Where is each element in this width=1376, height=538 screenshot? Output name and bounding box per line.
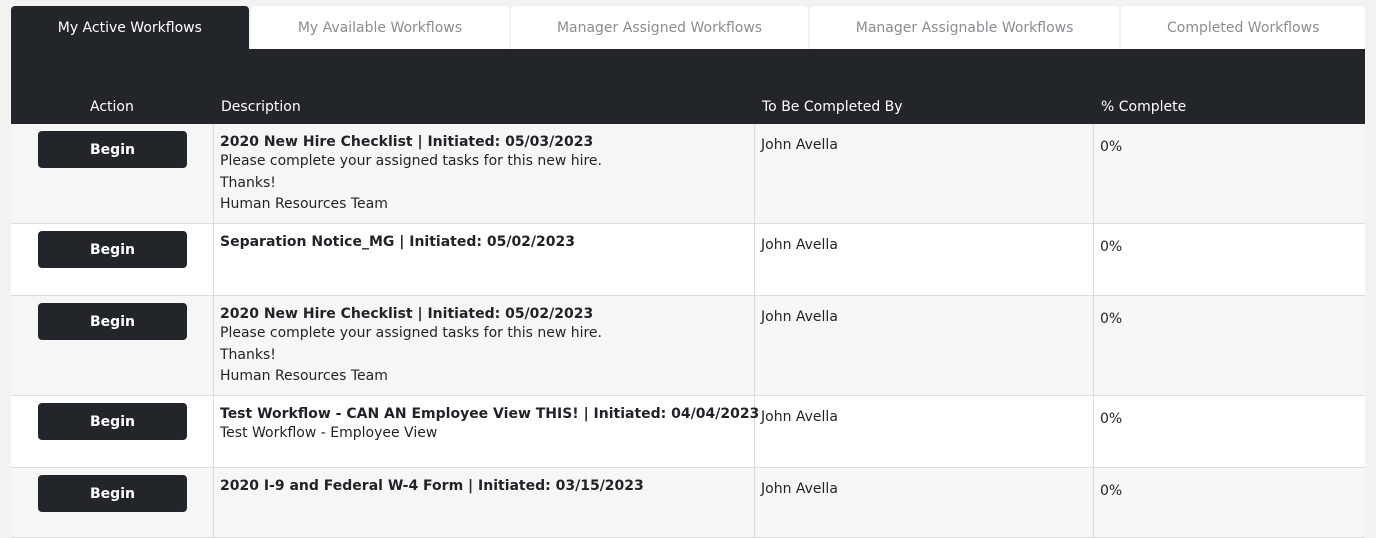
action-cell: Begin xyxy=(11,224,214,295)
completed-by-cell: John Avella xyxy=(755,468,1094,537)
description-line: Human Resources Team xyxy=(220,196,388,212)
action-cell: Begin xyxy=(11,468,214,537)
description-cell: 2020 New Hire Checklist | Initiated: 05/… xyxy=(214,296,755,395)
percent-complete-value: 0% xyxy=(1100,411,1123,427)
workflows-panel: My Active Workflows My Available Workflo… xyxy=(11,6,1365,538)
description-line: Test Workflow - Employee View xyxy=(220,425,438,441)
workflow-table-body: Begin 2020 New Hire Checklist | Initiate… xyxy=(11,124,1365,538)
workflow-title: 2020 I-9 and Federal W-4 Form | Initiate… xyxy=(220,478,644,494)
percent-complete-cell: 0% xyxy=(1094,124,1365,223)
description-cell: 2020 New Hire Checklist | Initiated: 05/… xyxy=(214,124,755,223)
tab-completed-workflows[interactable]: Completed Workflows xyxy=(1121,6,1365,49)
percent-complete-value: 0% xyxy=(1100,139,1123,155)
percent-complete-cell: 0% xyxy=(1094,224,1365,295)
description-line: Please complete your assigned tasks for … xyxy=(220,153,602,169)
completed-by-cell: John Avella xyxy=(755,124,1094,223)
tab-manager-assignable-workflows[interactable]: Manager Assignable Workflows xyxy=(809,6,1120,49)
workflow-title: 2020 New Hire Checklist | Initiated: 05/… xyxy=(220,134,594,150)
assignee-name: John Avella xyxy=(761,409,838,425)
tab-my-active-workflows[interactable]: My Active Workflows xyxy=(11,6,249,49)
workflow-title: 2020 New Hire Checklist | Initiated: 05/… xyxy=(220,306,594,322)
percent-complete-value: 0% xyxy=(1100,483,1123,499)
column-header-percent-complete: % Complete xyxy=(1101,99,1187,115)
description-line: Thanks! xyxy=(220,346,276,363)
percent-complete-cell: 0% xyxy=(1094,396,1365,467)
workflow-title: Test Workflow - CAN AN Employee View THI… xyxy=(220,406,760,422)
assignee-name: John Avella xyxy=(761,137,838,153)
table-row: Begin Test Workflow - CAN AN Employee Vi… xyxy=(11,396,1365,468)
assignee-name: John Avella xyxy=(761,481,838,497)
action-cell: Begin xyxy=(11,124,214,223)
description-line: Please complete your assigned tasks for … xyxy=(220,325,602,341)
table-row: Begin Separation Notice_MG | Initiated: … xyxy=(11,224,1365,296)
percent-complete-cell: 0% xyxy=(1094,468,1365,537)
action-cell: Begin xyxy=(11,296,214,395)
percent-complete-value: 0% xyxy=(1100,239,1123,255)
begin-button[interactable]: Begin xyxy=(38,403,187,440)
begin-button[interactable]: Begin xyxy=(38,303,187,340)
description-cell: Test Workflow - CAN AN Employee View THI… xyxy=(214,396,760,467)
column-header-completed-by: To Be Completed By xyxy=(762,99,903,115)
completed-by-cell: John Avella xyxy=(755,296,1094,395)
description-cell: 2020 I-9 and Federal W-4 Form | Initiate… xyxy=(214,468,755,537)
table-row: Begin 2020 New Hire Checklist | Initiate… xyxy=(11,124,1365,224)
column-header-description: Description xyxy=(221,99,301,115)
begin-button[interactable]: Begin xyxy=(38,475,187,512)
table-row: Begin 2020 New Hire Checklist | Initiate… xyxy=(11,296,1365,396)
tab-manager-assigned-workflows[interactable]: Manager Assigned Workflows xyxy=(511,6,808,49)
table-row: Begin 2020 I-9 and Federal W-4 Form | In… xyxy=(11,468,1365,538)
table-header: Action Description To Be Completed By % … xyxy=(11,49,1365,124)
workflow-title: Separation Notice_MG | Initiated: 05/02/… xyxy=(220,234,576,250)
completed-by-cell: John Avella xyxy=(755,224,1094,295)
assignee-name: John Avella xyxy=(761,309,838,325)
column-header-action: Action xyxy=(90,99,134,115)
assignee-name: John Avella xyxy=(761,237,838,253)
workflow-tabs: My Active Workflows My Available Workflo… xyxy=(11,6,1365,49)
tab-my-available-workflows[interactable]: My Available Workflows xyxy=(250,6,510,49)
action-cell: Begin xyxy=(11,396,214,467)
description-line: Thanks! xyxy=(220,174,276,191)
percent-complete-value: 0% xyxy=(1100,311,1123,327)
percent-complete-cell: 0% xyxy=(1094,296,1365,395)
completed-by-cell: John Avella xyxy=(755,396,1094,467)
description-cell: Separation Notice_MG | Initiated: 05/02/… xyxy=(214,224,755,295)
description-line: Human Resources Team xyxy=(220,368,388,384)
begin-button[interactable]: Begin xyxy=(38,131,187,168)
begin-button[interactable]: Begin xyxy=(38,231,187,268)
